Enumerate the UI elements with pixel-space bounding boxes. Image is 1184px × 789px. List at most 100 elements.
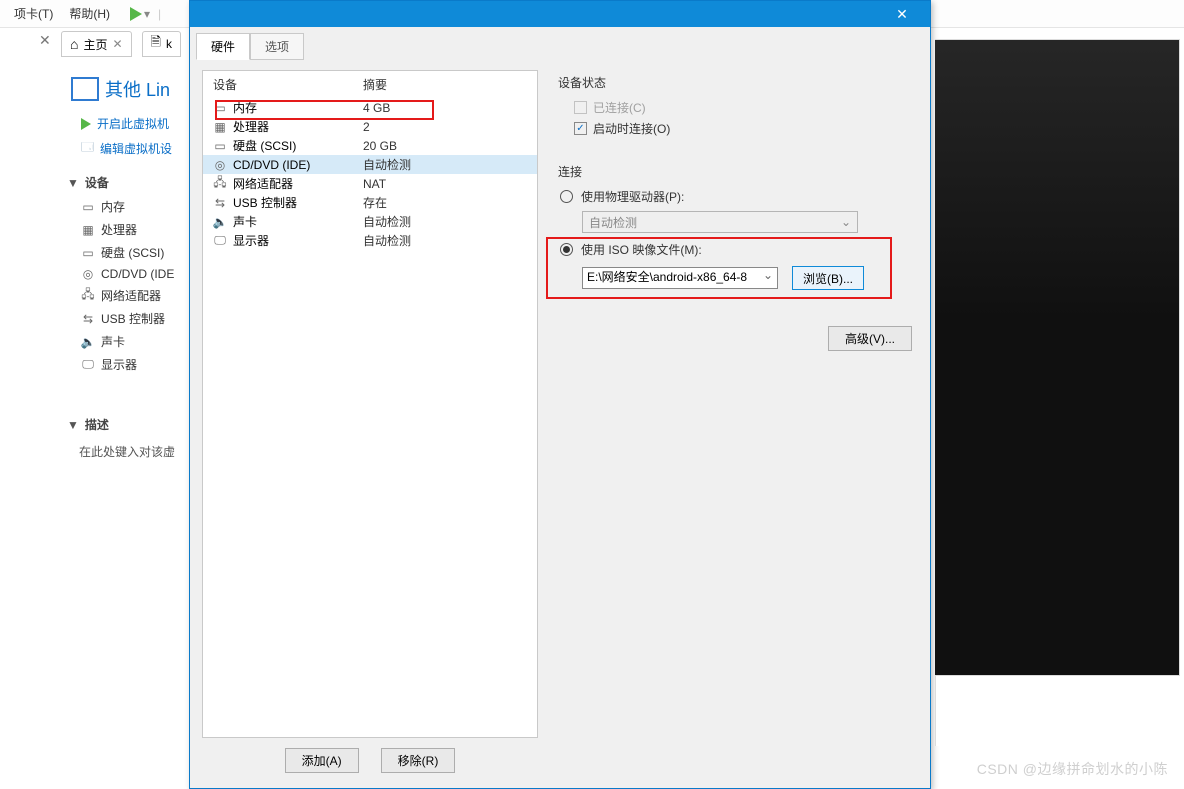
vm-tab-icon: 🗎	[151, 33, 161, 55]
hardware-list-header: 设备 摘要	[203, 71, 537, 98]
sound-icon: 🔈	[81, 335, 95, 349]
iso-path-input[interactable]: E:\网络安全\android-x86_64-8 ⌄	[582, 267, 778, 289]
edit-icon: 🗔	[81, 138, 94, 159]
disk-icon: ▭	[213, 139, 227, 153]
radio-unchecked-icon	[560, 190, 573, 203]
connected-checkbox-row: 已连接(C)	[558, 97, 912, 118]
device-display[interactable]: 🖵显示器	[81, 353, 195, 376]
preview-below	[935, 676, 1180, 746]
hw-row-cpu[interactable]: ▦处理器2	[203, 117, 537, 136]
cd-icon: ◎	[213, 158, 227, 172]
tab-home[interactable]: ⌂ 主页 ✕	[61, 31, 132, 57]
hardware-list: 设备 摘要 ▭内存4 GB ▦处理器2 ▭硬盘 (SCSI)20 GB ◎CD/…	[202, 70, 538, 738]
devices-header[interactable]: ▼ 设备	[63, 162, 195, 195]
browse-button[interactable]: 浏览(B)...	[792, 266, 864, 290]
connected-label: 已连接(C)	[593, 99, 646, 116]
home-icon: ⌂	[70, 36, 78, 52]
hw-row-usb[interactable]: ⇆USB 控制器存在	[203, 193, 537, 212]
status-header: 设备状态	[558, 72, 912, 97]
chevron-down-icon[interactable]: ⌄	[763, 268, 773, 282]
edit-vm-label: 编辑虚拟机设	[100, 140, 172, 157]
run-dropdown-icon[interactable]: ▾	[144, 7, 150, 21]
chevron-down-icon: ⌄	[841, 215, 851, 229]
checkbox-icon	[574, 101, 587, 114]
hw-row-memory[interactable]: ▭内存4 GB	[203, 98, 537, 117]
hw-row-net[interactable]: 🖧网络适配器NAT	[203, 174, 537, 193]
play-icon	[81, 118, 91, 130]
vm-name: 其他 Lin	[105, 76, 170, 102]
device-cddvd[interactable]: ◎CD/DVD (IDE	[81, 264, 195, 284]
edit-vm-link[interactable]: 🗔 编辑虚拟机设	[63, 135, 195, 162]
dialog-titlebar: ✕	[190, 1, 930, 27]
device-cpu[interactable]: ▦处理器	[81, 218, 195, 241]
radio-checked-icon	[560, 243, 573, 256]
net-icon: 🖧	[81, 289, 95, 303]
cpu-icon: ▦	[213, 120, 227, 134]
tab-vm-label: k	[166, 37, 172, 51]
menu-tabcard[interactable]: 项卡(T)	[6, 1, 61, 26]
watermark: CSDN @边缘拼命划水的小陈	[977, 759, 1168, 779]
description-text: 在此处键入对该虚	[63, 437, 195, 460]
use-iso-radio[interactable]: 使用 ISO 映像文件(M):	[558, 239, 912, 260]
start-vm-label: 开启此虚拟机	[97, 115, 169, 132]
display-icon: 🖵	[213, 234, 227, 248]
close-icon[interactable]: ✕	[112, 37, 122, 51]
use-physical-radio[interactable]: 使用物理驱动器(P):	[558, 186, 912, 207]
advanced-button[interactable]: 高级(V)...	[828, 326, 912, 351]
tab-vm[interactable]: 🗎 k	[142, 31, 181, 57]
device-disk[interactable]: ▭硬盘 (SCSI)	[81, 241, 195, 264]
chevron-down-icon: ▼	[67, 418, 79, 432]
checkbox-checked-icon: ✓	[574, 122, 587, 135]
run-icon[interactable]	[130, 7, 142, 21]
vm-summary-panel: 其他 Lin 开启此虚拟机 🗔 编辑虚拟机设 ▼ 设备 ▭内存 ▦处理器 ▭硬盘…	[63, 60, 195, 460]
connect-power-checkbox-row[interactable]: ✓ 启动时连接(O)	[558, 118, 912, 139]
physical-drive-combo: 自动检测 ⌄	[582, 211, 858, 233]
hardware-detail-panel: 设备状态 已连接(C) ✓ 启动时连接(O) 连接 使用物理驱动器(P): 自动…	[552, 70, 918, 773]
hw-row-disk[interactable]: ▭硬盘 (SCSI)20 GB	[203, 136, 537, 155]
start-vm-link[interactable]: 开启此虚拟机	[63, 112, 195, 135]
devices-header-label: 设备	[85, 174, 109, 191]
description-header-label: 描述	[85, 416, 109, 433]
vm-icon	[71, 77, 99, 101]
tab-hardware[interactable]: 硬件	[196, 33, 250, 60]
device-usb[interactable]: ⇆USB 控制器	[81, 307, 195, 330]
disk-icon: ▭	[81, 246, 95, 260]
col-device: 设备	[213, 76, 363, 93]
chevron-down-icon: ▼	[67, 176, 79, 190]
sound-icon: 🔈	[213, 215, 227, 229]
connection-header: 连接	[558, 161, 912, 186]
usb-icon: ⇆	[81, 312, 95, 326]
col-summary: 摘要	[363, 76, 387, 93]
vm-preview	[935, 39, 1180, 676]
panel-close-icon[interactable]: ✕	[39, 32, 51, 49]
usb-icon: ⇆	[213, 196, 227, 210]
menu-help[interactable]: 帮助(H)	[61, 1, 118, 26]
devices-list: ▭内存 ▦处理器 ▭硬盘 (SCSI) ◎CD/DVD (IDE 🖧网络适配器 …	[63, 195, 195, 376]
tab-home-label: 主页	[83, 36, 107, 53]
vm-settings-dialog: ✕ 硬件 选项 设备 摘要 ▭内存4 GB ▦处理器2 ▭硬盘 (SCSI)20…	[189, 0, 931, 789]
net-icon: 🖧	[213, 177, 227, 191]
display-icon: 🖵	[81, 358, 95, 372]
hw-row-cddvd[interactable]: ◎CD/DVD (IDE)自动检测	[203, 155, 537, 174]
hw-row-display[interactable]: 🖵显示器自动检测	[203, 231, 537, 250]
description-header[interactable]: ▼ 描述	[63, 404, 195, 437]
device-net[interactable]: 🖧网络适配器	[81, 284, 195, 307]
connect-power-label: 启动时连接(O)	[593, 120, 670, 137]
dialog-tabstrip: 硬件 选项	[190, 27, 930, 60]
device-memory[interactable]: ▭内存	[81, 195, 195, 218]
memory-icon: ▭	[81, 200, 95, 214]
vm-title: 其他 Lin	[63, 60, 195, 112]
tab-options[interactable]: 选项	[250, 33, 304, 60]
use-iso-label: 使用 ISO 映像文件(M):	[581, 241, 702, 258]
dialog-close-button[interactable]: ✕	[882, 6, 922, 23]
use-physical-label: 使用物理驱动器(P):	[581, 188, 684, 205]
iso-path-value: E:\网络安全\android-x86_64-8	[587, 270, 747, 284]
cd-icon: ◎	[81, 267, 95, 281]
add-button[interactable]: 添加(A)	[285, 748, 359, 773]
memory-icon: ▭	[213, 101, 227, 115]
remove-button[interactable]: 移除(R)	[381, 748, 456, 773]
combo-value: 自动检测	[589, 214, 637, 231]
hw-row-sound[interactable]: 🔈声卡自动检测	[203, 212, 537, 231]
device-sound[interactable]: 🔈声卡	[81, 330, 195, 353]
cpu-icon: ▦	[81, 223, 95, 237]
